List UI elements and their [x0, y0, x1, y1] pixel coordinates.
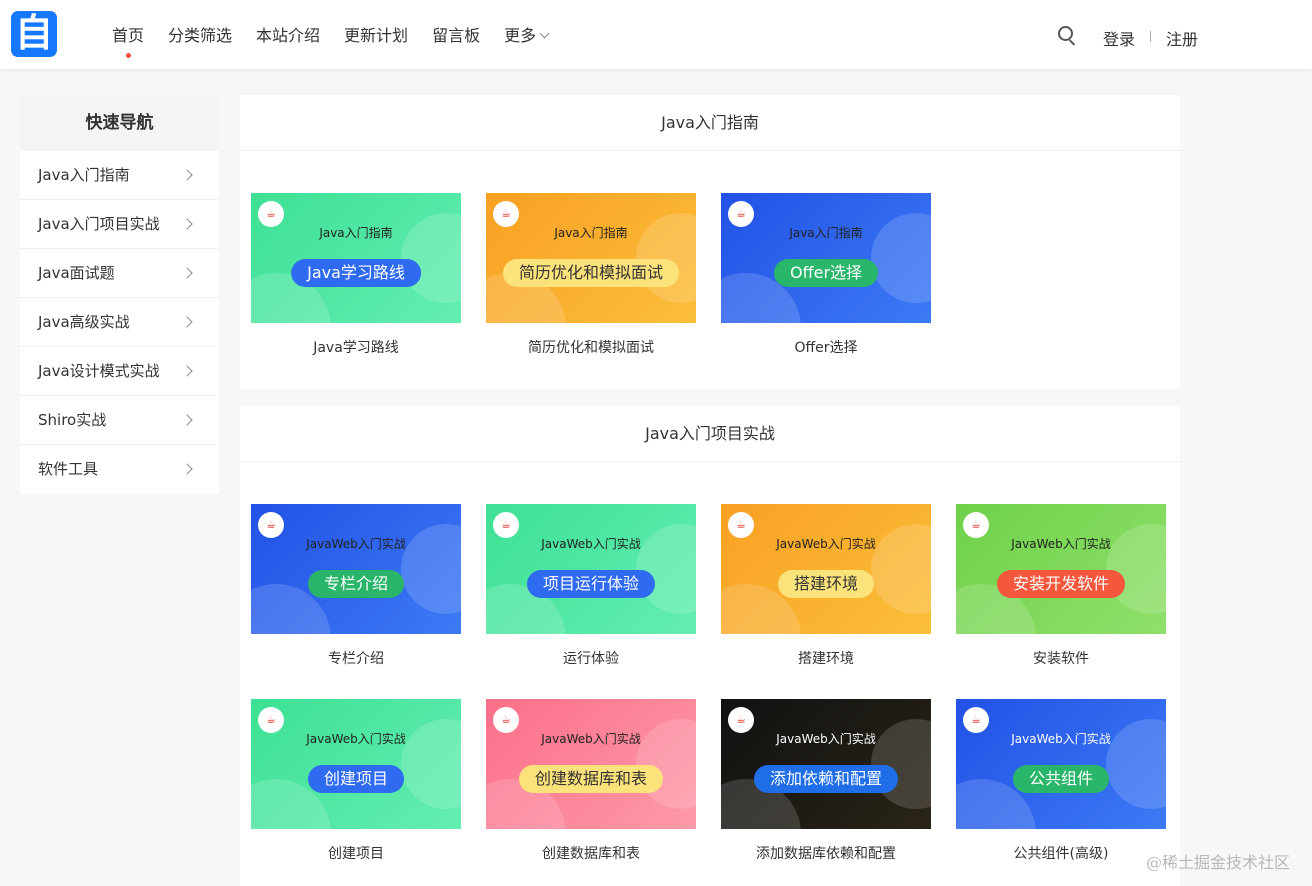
register-link[interactable]: 注册	[1166, 26, 1198, 50]
sidebar-item-label: Java高级实战	[38, 313, 130, 331]
course-thumbnail: ☕ JavaWeb入门实战 公共组件	[956, 699, 1166, 829]
course-caption[interactable]: 公共组件(高级)	[956, 829, 1166, 879]
chevron-right-icon	[181, 169, 193, 181]
sidebar-item-label: Java入门项目实战	[38, 215, 160, 233]
divider	[1150, 31, 1151, 42]
course-card[interactable]: ☕ Java入门指南 简历优化和模拟面试 简历优化和模拟面试	[486, 193, 696, 373]
nav-category-filter[interactable]: 分类筛选	[168, 0, 232, 69]
thumbnail-subtitle: JavaWeb入门实战	[776, 732, 876, 746]
sidebar-item-label: Java设计模式实战	[38, 362, 160, 380]
course-card[interactable]: ☕ JavaWeb入门实战 专栏介绍 专栏介绍	[251, 504, 461, 684]
section-title: Java入门项目实战	[240, 406, 1180, 462]
sidebar-item-label: Shiro实战	[38, 411, 107, 429]
section-java-projects: Java入门项目实战 ☕ JavaWeb入门实战 专栏介绍 专栏介绍 ☕ JavaWeb入…	[240, 406, 1180, 886]
course-thumbnail: ☕ Java入门指南 简历优化和模拟面试	[486, 193, 696, 323]
nav-more-label: 更多	[504, 26, 537, 45]
top-header: 自 首页 分类筛选 本站介绍 更新计划 留言板 更多 登录 注册	[0, 0, 1312, 69]
chevron-right-icon	[181, 267, 193, 279]
course-thumbnail: ☕ JavaWeb入门实战 添加依赖和配置	[721, 699, 931, 829]
thumbnail-subtitle: JavaWeb入门实战	[776, 537, 876, 551]
course-caption[interactable]: 添加数据库依赖和配置	[721, 829, 931, 879]
sidebar-item-java-intro[interactable]: Java入门指南	[20, 151, 219, 200]
course-thumbnail: ☕ JavaWeb入门实战 专栏介绍	[251, 504, 461, 634]
thumbnail-pill-label: 专栏介绍	[307, 570, 405, 598]
thumbnail-subtitle: JavaWeb入门实战	[306, 732, 406, 746]
main-nav: 首页 分类筛选 本站介绍 更新计划 留言板 更多	[100, 0, 560, 69]
course-thumbnail: ☕ Java入门指南 Java学习路线	[251, 193, 461, 323]
thumbnail-pill-label: 创建项目	[307, 765, 405, 793]
quick-nav-sidebar: 快速导航 Java入门指南 Java入门项目实战 Java面试题 Java高级实…	[20, 95, 219, 494]
course-thumbnail: ☕ JavaWeb入门实战 搭建环境	[721, 504, 931, 634]
course-thumbnail: ☕ JavaWeb入门实战 创建数据库和表	[486, 699, 696, 829]
thumbnail-subtitle: JavaWeb入门实战	[306, 537, 406, 551]
sidebar-item-software-tools[interactable]: 软件工具	[20, 445, 219, 494]
course-card[interactable]: ☕ JavaWeb入门实战 添加依赖和配置 添加数据库依赖和配置	[721, 699, 931, 879]
course-card[interactable]: ☕ JavaWeb入门实战 搭建环境 搭建环境	[721, 504, 931, 684]
course-caption[interactable]: 创建数据库和表	[486, 829, 696, 879]
thumbnail-pill-label: 创建数据库和表	[518, 765, 664, 793]
thumbnail-subtitle: Java入门指南	[554, 226, 628, 240]
course-caption[interactable]: 专栏介绍	[251, 634, 461, 684]
thumbnail-pill-label: 公共组件	[1012, 765, 1110, 793]
sidebar-item-java-interview[interactable]: Java面试题	[20, 249, 219, 298]
chevron-right-icon	[181, 463, 193, 475]
section-java-intro: Java入门指南 ☕ Java入门指南 Java学习路线 Java学习路线 ☕ Java入…	[240, 95, 1180, 389]
course-thumbnail: ☕ JavaWeb入门实战 创建项目	[251, 699, 461, 829]
search-icon[interactable]	[1058, 26, 1076, 46]
course-caption[interactable]: Offer选择	[721, 323, 931, 373]
sidebar-item-java-advanced[interactable]: Java高级实战	[20, 298, 219, 347]
nav-message-board[interactable]: 留言板	[432, 0, 480, 69]
sidebar-item-java-design-patterns[interactable]: Java设计模式实战	[20, 347, 219, 396]
site-logo[interactable]: 自	[11, 11, 57, 57]
chevron-down-icon	[539, 28, 550, 39]
course-card[interactable]: ☕ JavaWeb入门实战 创建项目 创建项目	[251, 699, 461, 879]
sidebar-title: 快速导航	[20, 95, 219, 151]
thumbnail-pill-label: 项目运行体验	[526, 570, 656, 598]
course-caption[interactable]: 运行体验	[486, 634, 696, 684]
thumbnail-pill-label: 添加依赖和配置	[753, 765, 899, 793]
thumbnail-pill-label: Offer选择	[773, 259, 879, 287]
sidebar-item-shiro[interactable]: Shiro实战	[20, 396, 219, 445]
sidebar-item-java-projects[interactable]: Java入门项目实战	[20, 200, 219, 249]
thumbnail-subtitle: Java入门指南	[789, 226, 863, 240]
chevron-right-icon	[181, 365, 193, 377]
thumbnail-pill-label: 搭建环境	[777, 570, 875, 598]
course-caption[interactable]: 创建项目	[251, 829, 461, 879]
course-caption[interactable]: 安装软件	[956, 634, 1166, 684]
thumbnail-subtitle: JavaWeb入门实战	[1011, 537, 1111, 551]
thumbnail-pill-label: 安装开发软件	[996, 570, 1126, 598]
thumbnail-subtitle: JavaWeb入门实战	[1011, 732, 1111, 746]
thumbnail-subtitle: JavaWeb入门实战	[541, 732, 641, 746]
course-card[interactable]: ☕ Java入门指南 Offer选择 Offer选择	[721, 193, 931, 373]
course-caption[interactable]: 简历优化和模拟面试	[486, 323, 696, 373]
course-card[interactable]: ☕ JavaWeb入门实战 项目运行体验 运行体验	[486, 504, 696, 684]
course-card[interactable]: ☕ Java入门指南 Java学习路线 Java学习路线	[251, 193, 461, 373]
chevron-right-icon	[181, 316, 193, 328]
thumbnail-subtitle: Java入门指南	[319, 226, 393, 240]
course-thumbnail: ☕ JavaWeb入门实战 安装开发软件	[956, 504, 1166, 634]
chevron-right-icon	[181, 218, 193, 230]
thumbnail-subtitle: JavaWeb入门实战	[541, 537, 641, 551]
chevron-right-icon	[181, 414, 193, 426]
section-title: Java入门指南	[240, 95, 1180, 151]
nav-about-site[interactable]: 本站介绍	[256, 0, 320, 69]
course-thumbnail: ☕ Java入门指南 Offer选择	[721, 193, 931, 323]
sidebar-item-label: Java入门指南	[38, 166, 130, 184]
nav-home[interactable]: 首页	[112, 0, 144, 69]
login-link[interactable]: 登录	[1103, 26, 1135, 50]
course-caption[interactable]: 搭建环境	[721, 634, 931, 684]
watermark: @稀土掘金技术社区	[1146, 853, 1291, 872]
nav-more[interactable]: 更多	[504, 0, 550, 69]
thumbnail-pill-label: Java学习路线	[291, 259, 421, 287]
sidebar-item-label: Java面试题	[38, 264, 115, 282]
sidebar-item-label: 软件工具	[38, 460, 99, 478]
nav-update-plan[interactable]: 更新计划	[344, 0, 408, 69]
course-card[interactable]: ☕ JavaWeb入门实战 安装开发软件 安装软件	[956, 504, 1166, 684]
course-card[interactable]: ☕ JavaWeb入门实战 公共组件 公共组件(高级)	[956, 699, 1166, 879]
course-thumbnail: ☕ JavaWeb入门实战 项目运行体验	[486, 504, 696, 634]
course-caption[interactable]: Java学习路线	[251, 323, 461, 373]
course-card[interactable]: ☕ JavaWeb入门实战 创建数据库和表 创建数据库和表	[486, 699, 696, 879]
thumbnail-pill-label: 简历优化和模拟面试	[502, 259, 680, 287]
